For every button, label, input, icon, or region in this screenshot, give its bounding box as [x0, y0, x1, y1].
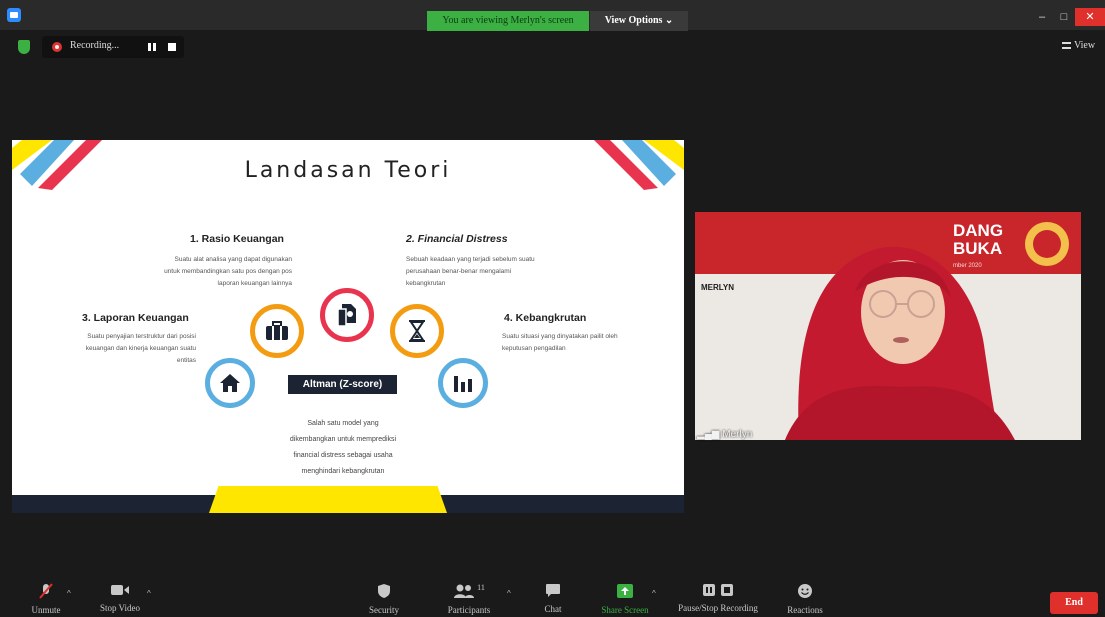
bar-chart-icon [438, 358, 488, 408]
close-button[interactable]: ✕ [1075, 8, 1105, 26]
unmute-button[interactable]: Unmute [22, 583, 70, 615]
maximize-button[interactable]: □ [1052, 8, 1076, 26]
reactions-button[interactable]: Reactions [782, 583, 828, 615]
video-frame-image: DANG BUKA mber 2020 MERLYN [695, 212, 1081, 440]
nameplate-text: MERLYN [701, 283, 734, 292]
stop-video-label: Stop Video [99, 603, 141, 613]
pause-stop-recording-label: Pause/Stop Recording [678, 603, 758, 613]
video-options-caret[interactable]: ^ [147, 589, 151, 598]
recording-indicator: Recording... [42, 36, 184, 58]
section-text-laporan: Suatu penyajian terstruktur dari posisi … [40, 331, 196, 367]
document-icon [320, 288, 374, 342]
section-heading-rasio: 1. Rasio Keuangan [190, 233, 284, 245]
security-button[interactable]: Security [364, 583, 404, 615]
pause-icon [703, 584, 715, 596]
participants-count: 11 [477, 583, 485, 592]
share-screen-label: Share Screen [601, 605, 649, 615]
section-heading-laporan: 3. Laporan Keuangan [82, 312, 189, 324]
section-text-kebangkrutan: Suatu situasi yang dinyatakan pailit ole… [502, 331, 672, 355]
briefcase-icon [250, 304, 304, 358]
home-icon [205, 358, 255, 408]
unmute-label: Unmute [31, 605, 61, 615]
chat-button[interactable]: Chat [538, 583, 568, 614]
backdrop-text: DANG [953, 221, 1003, 240]
section-line: kebangkrutan [406, 280, 446, 287]
meeting-toolbar: Unmute ^ Stop Video ^ Security 11 Partic… [0, 575, 1105, 617]
section-line: Suatu penyajian terstruktur dari posisi [87, 333, 196, 340]
chat-icon [546, 584, 560, 597]
pause-recording-icon[interactable] [148, 43, 156, 51]
stop-video-button[interactable]: Stop Video [94, 583, 146, 613]
section-heading-kebangkrutan: 4. Kebangkrutan [504, 312, 587, 324]
description-line: dikembangkan untuk memprediksi [289, 436, 397, 443]
participants-icon-group: 11 [453, 583, 485, 599]
pause-stop-recording-button[interactable]: Pause/Stop Recording [670, 583, 766, 613]
section-line: perusahaan benar-benar mengalami [406, 268, 512, 275]
share-screen-icon [617, 584, 633, 598]
participants-label: Participants [447, 605, 491, 615]
description-line: menghindari kebangkrutan [301, 468, 385, 475]
backdrop-text: BUKA [953, 239, 1002, 258]
participants-button[interactable]: 11 Participants [440, 583, 498, 615]
recording-controls-icon [702, 583, 734, 597]
participants-icon [454, 584, 475, 598]
participant-name-label: ▂▄▆ Merlyn [697, 429, 752, 440]
record-icon [52, 42, 62, 52]
section-text-rasio: Suatu alat analisa yang dapat digunakan … [126, 254, 292, 290]
view-options-button[interactable]: View Options ⌄ [590, 11, 688, 31]
share-screen-button[interactable]: Share Screen [596, 583, 654, 615]
security-shield-icon [378, 584, 390, 598]
view-layout-button[interactable]: View [1062, 40, 1095, 51]
chat-label: Chat [544, 604, 562, 614]
section-line: keuangan dan kinerja keuangan suatu [85, 345, 196, 352]
grid-icon [1062, 42, 1071, 50]
minimize-button[interactable]: – [1030, 8, 1054, 26]
reactions-smiley-icon [798, 584, 812, 598]
zoom-app-icon [7, 8, 21, 22]
altman-description: Salah satu model yang dikembangkan untuk… [268, 416, 418, 480]
end-meeting-button[interactable]: End [1050, 592, 1098, 614]
stop-recording-icon[interactable] [168, 43, 176, 51]
altman-zscore-label: Altman (Z-score) [288, 375, 397, 394]
microphone-muted-icon [39, 583, 53, 599]
section-line: keputusan pengadilan [502, 345, 566, 352]
slide-footer-accent [209, 486, 447, 513]
section-line: Sebuah keadaan yang terjadi sebelum suat… [406, 256, 535, 263]
description-line: Salah satu model yang [307, 420, 379, 427]
participants-options-caret[interactable]: ^ [507, 589, 511, 598]
section-line: Suatu alat analisa yang dapat digunakan [174, 256, 292, 263]
section-line: entitas [176, 357, 196, 364]
hourglass-icon [390, 304, 444, 358]
viewing-screen-banner: You are viewing Merlyn's screen [427, 11, 589, 31]
signal-bars-icon: ▂▄▆ [697, 429, 723, 440]
section-line: Suatu situasi yang dinyatakan pailit ole… [502, 333, 618, 340]
video-camera-icon [111, 585, 129, 595]
shared-slide: Landasan Teori 1. Rasio Keuangan Suatu a… [12, 140, 684, 513]
audio-options-caret[interactable]: ^ [67, 589, 71, 598]
shield-icon[interactable] [18, 40, 30, 54]
reactions-label: Reactions [787, 605, 823, 615]
view-label: View [1074, 40, 1096, 51]
security-label: Security [369, 605, 399, 615]
share-options-caret[interactable]: ^ [652, 589, 656, 598]
participant-name: Merlyn [722, 429, 753, 440]
backdrop-text: mber 2020 [953, 263, 982, 269]
section-text-financial-distress: Sebuah keadaan yang terjadi sebelum suat… [406, 254, 586, 290]
section-line: laporan keuangan lainnya [217, 280, 292, 287]
participant-video[interactable]: DANG BUKA mber 2020 MERLYN [695, 212, 1081, 440]
section-line: untuk membandingkan satu pos dengan pos [164, 268, 292, 275]
description-line: financial distress sebagai usaha [293, 452, 393, 459]
section-heading-financial-distress: 2. Financial Distress [406, 233, 508, 245]
slide-title: Landasan Teori [244, 158, 452, 183]
stop-icon [721, 584, 733, 596]
recording-label: Recording... [70, 40, 120, 51]
